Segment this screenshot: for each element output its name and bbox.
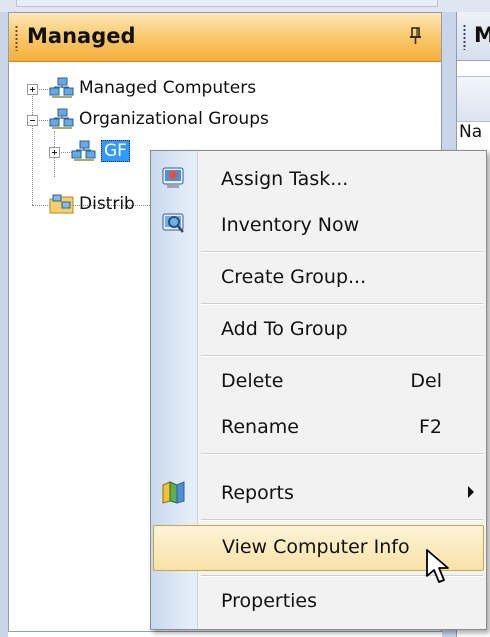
panel-header: Managed xyxy=(9,13,441,62)
collapse-organizational-groups[interactable] xyxy=(27,115,38,126)
menu-label: Properties xyxy=(221,590,318,612)
tree-node-distribution[interactable]: Distrib xyxy=(79,194,135,214)
reports-icon xyxy=(162,481,185,504)
menu-label: Add To Group xyxy=(221,318,348,340)
menu-item-rename[interactable]: Rename F2 xyxy=(151,405,486,449)
right-panel-title: M xyxy=(474,23,490,47)
menu-label: Assign Task... xyxy=(221,168,349,190)
menu-shortcut: F2 xyxy=(418,416,442,438)
network-computers-icon xyxy=(71,140,96,161)
mouse-pointer-icon xyxy=(426,549,449,583)
panel-title: Managed xyxy=(27,24,136,48)
menu-label: View Computer Info xyxy=(222,536,410,558)
menu-separator xyxy=(201,355,483,357)
menu-item-inventory-now[interactable]: Inventory Now xyxy=(151,203,486,247)
menu-label: Create Group... xyxy=(221,266,367,288)
menu-label: Inventory Now xyxy=(221,214,360,236)
pin-icon[interactable] xyxy=(407,25,425,47)
expand-gf-group[interactable] xyxy=(49,147,60,158)
expand-managed-computers[interactable] xyxy=(27,84,38,95)
menu-item-delete[interactable]: Delete Del xyxy=(151,359,486,403)
menu-label: Rename xyxy=(221,416,299,438)
right-column-header[interactable] xyxy=(457,76,490,122)
folder-distribution-icon xyxy=(49,194,74,214)
right-column-label: Na xyxy=(459,122,483,142)
tree-node-managed-computers[interactable]: Managed Computers xyxy=(79,78,256,98)
menu-separator xyxy=(201,519,483,521)
submenu-arrow-icon xyxy=(468,486,474,498)
panel-grip[interactable] xyxy=(15,25,18,51)
tree-node-gf[interactable]: GF xyxy=(101,140,130,162)
right-panel-grip[interactable] xyxy=(463,24,466,50)
menu-separator xyxy=(201,303,483,305)
menu-separator xyxy=(201,251,483,253)
window-top-strip xyxy=(0,0,490,12)
network-computers-icon xyxy=(49,108,74,129)
tree-node-organizational-groups[interactable]: Organizational Groups xyxy=(79,109,269,129)
tree-connector xyxy=(32,89,33,205)
top-tab-edge xyxy=(16,0,438,7)
menu-label: Delete xyxy=(221,370,284,392)
menu-item-reports[interactable]: Reports xyxy=(151,471,486,515)
menu-item-create-group[interactable]: Create Group... xyxy=(151,255,486,299)
menu-shortcut: Del xyxy=(410,370,442,392)
menu-label: Reports xyxy=(221,482,294,504)
menu-item-add-to-group[interactable]: Add To Group xyxy=(151,307,486,351)
menu-item-assign-task[interactable]: Assign Task... xyxy=(151,157,486,201)
network-computers-icon xyxy=(49,77,74,98)
inventory-scan-icon xyxy=(162,213,184,233)
left-frame xyxy=(0,12,8,637)
assign-task-icon xyxy=(162,167,184,188)
right-panel-header: M xyxy=(457,12,490,61)
menu-separator xyxy=(201,453,483,455)
